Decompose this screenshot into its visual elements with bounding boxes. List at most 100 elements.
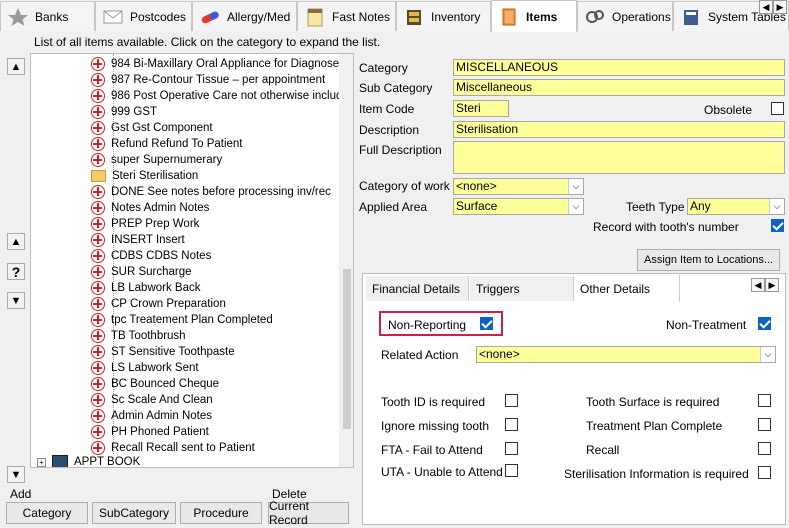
treatment-plan-complete-checkbox[interactable] xyxy=(758,418,771,431)
tree-item-label: 999 GST xyxy=(111,106,158,118)
add-subcategory-button[interactable]: SubCategory xyxy=(92,502,176,524)
tab-items[interactable]: Items xyxy=(491,0,577,32)
subcategory-label: Sub Category xyxy=(359,81,433,95)
inventory-icon xyxy=(407,9,421,25)
non-treatment-checkbox[interactable] xyxy=(758,317,771,330)
tab-postcodes-label: Postcodes xyxy=(130,9,187,24)
move-to-top-button[interactable]: ▲ xyxy=(7,58,25,75)
tree-item[interactable]: Steri Sterilisation xyxy=(91,168,198,184)
category-of-work-label: Category of work xyxy=(359,179,450,193)
tree-node-appt-book[interactable]: + APPT BOOK xyxy=(37,454,140,467)
move-down-button[interactable]: ▼ xyxy=(7,292,25,309)
sterilisation-info-required-checkbox[interactable] xyxy=(758,466,771,479)
tree-item-label: LS Labwork Sent xyxy=(111,362,199,374)
tree-item[interactable]: Sc Scale And Clean xyxy=(91,392,213,408)
chevron-down-icon[interactable]: ⌵ xyxy=(568,179,583,194)
obsolete-label: Obsolete xyxy=(704,103,753,117)
uta-checkbox[interactable] xyxy=(505,464,518,477)
tooth-id-required-label: Tooth ID is required xyxy=(381,395,486,409)
tab-financial-details[interactable]: Financial Details xyxy=(366,276,469,301)
items-tree[interactable]: 984 Bi-Maxillary Oral Appliance for Diag… xyxy=(30,53,354,468)
tree-item[interactable]: tpc Treatement Plan Completed xyxy=(91,312,273,328)
delete-current-record-button[interactable]: Current Record xyxy=(268,499,349,527)
red-cross-icon xyxy=(91,105,105,119)
fta-label: FTA - Fail to Attend xyxy=(381,443,483,457)
tooth-id-required-checkbox[interactable] xyxy=(505,394,518,407)
description-label: Description xyxy=(359,123,420,137)
tree-item[interactable]: 984 Bi-Maxillary Oral Appliance for Diag… xyxy=(91,56,346,72)
tab-operations[interactable]: Operations xyxy=(577,1,673,31)
tab-scroll-left-icon[interactable]: ◀ xyxy=(759,0,773,14)
tree-item[interactable]: LS Labwork Sent xyxy=(91,360,199,376)
chevron-down-icon[interactable]: ⌵ xyxy=(769,199,784,214)
tree-item-label: CDBS CDBS Notes xyxy=(111,250,212,262)
tree-item[interactable]: CP Crown Preparation xyxy=(91,296,226,312)
tree-item[interactable]: Admin Admin Notes xyxy=(91,408,212,424)
applied-area-dropdown[interactable]: Surface ⌵ xyxy=(453,198,584,215)
subtab-scroll-left-icon[interactable]: ◀ xyxy=(751,278,765,292)
ignore-missing-tooth-checkbox[interactable] xyxy=(505,418,518,431)
related-action-dropdown[interactable]: <none> ⌵ xyxy=(476,346,776,363)
main-tab-bar: Banks Postcodes Allergy/Med Fast Notes I… xyxy=(0,0,789,32)
category-field[interactable]: MISCELLANEOUS xyxy=(453,59,785,76)
tab-triggers[interactable]: Triggers xyxy=(470,276,574,301)
tree-scroll-thumb[interactable] xyxy=(343,269,351,429)
fta-checkbox[interactable] xyxy=(505,442,518,455)
tree-item[interactable]: BC Bounced Cheque xyxy=(91,376,219,392)
tree-item[interactable]: INSERT Insert xyxy=(91,232,185,248)
chevron-down-icon[interactable]: ⌵ xyxy=(568,199,583,214)
tab-scroll-buttons: ◀ ▶ xyxy=(759,0,787,14)
calendar-icon xyxy=(52,455,68,467)
tree-item[interactable]: DONE See notes before processing inv/rec xyxy=(91,184,331,200)
subcategory-field[interactable]: Miscellaneous xyxy=(453,79,785,96)
add-category-button[interactable]: Category xyxy=(6,502,88,524)
tree-item[interactable]: CDBS CDBS Notes xyxy=(91,248,211,264)
tree-item[interactable]: Notes Admin Notes xyxy=(91,200,209,216)
assign-item-to-locations-button[interactable]: Assign Item to Locations... xyxy=(637,249,780,271)
tree-item[interactable]: Refund Refund To Patient xyxy=(91,136,243,152)
tree-item[interactable]: TB Toothbrush xyxy=(91,328,186,344)
category-of-work-dropdown[interactable]: <none> ⌵ xyxy=(453,178,584,195)
tree-item[interactable]: super Supernumerary xyxy=(91,152,222,168)
tab-banks[interactable]: Banks xyxy=(0,1,95,31)
tab-other-details[interactable]: Other Details xyxy=(574,275,680,302)
tab-postcodes[interactable]: Postcodes xyxy=(95,1,192,31)
item-code-field[interactable]: Steri xyxy=(453,100,509,117)
tree-vertical-scrollbar[interactable] xyxy=(339,54,353,467)
tree-item[interactable]: LB Labwork Back xyxy=(91,280,201,296)
non-reporting-checkbox[interactable] xyxy=(480,317,493,330)
teeth-type-dropdown[interactable]: Any ⌵ xyxy=(687,198,785,215)
tab-fast-notes[interactable]: Fast Notes xyxy=(297,1,396,31)
tree-item[interactable]: SUR Surcharge xyxy=(91,264,192,280)
tree-item[interactable]: Gst Gst Component xyxy=(91,120,213,136)
tab-allergy-med[interactable]: Allergy/Med xyxy=(192,1,297,31)
red-cross-icon xyxy=(91,153,105,167)
full-description-field[interactable] xyxy=(453,141,785,174)
tab-scroll-right-icon[interactable]: ▶ xyxy=(773,0,787,14)
tooth-surface-required-checkbox[interactable] xyxy=(758,394,771,407)
tree-item-label: 987 Re-Contour Tissue – per appointment xyxy=(111,74,326,86)
tree-item[interactable]: PREP Prep Work xyxy=(91,216,199,232)
tree-item[interactable]: 999 GST xyxy=(91,104,157,120)
subtab-scroll-right-icon[interactable]: ▶ xyxy=(765,278,779,292)
description-field[interactable]: Sterilisation xyxy=(453,121,785,138)
tree-item-label: super Supernumerary xyxy=(111,154,223,166)
help-button[interactable]: ? xyxy=(7,263,25,280)
add-procedure-button[interactable]: Procedure xyxy=(180,502,262,524)
tree-item[interactable]: 986 Post Operative Care not otherwise in… xyxy=(91,88,349,104)
tree-item[interactable]: ST Sensitive Toothpaste xyxy=(91,344,235,360)
red-cross-icon xyxy=(91,313,105,327)
tree-item[interactable]: PH Phoned Patient xyxy=(91,424,209,440)
recall-checkbox[interactable] xyxy=(758,442,771,455)
obsolete-checkbox[interactable] xyxy=(771,102,784,115)
move-up-button[interactable]: ▲ xyxy=(7,233,25,250)
tree-item[interactable]: 987 Re-Contour Tissue – per appointment xyxy=(91,72,325,88)
chevron-down-icon[interactable]: ⌵ xyxy=(760,347,775,362)
tree-item-label: BC Bounced Cheque xyxy=(111,378,220,390)
record-tooth-number-checkbox[interactable] xyxy=(771,219,784,232)
star-icon xyxy=(8,7,28,26)
move-to-bottom-button[interactable]: ▼ xyxy=(7,466,25,483)
gears-icon xyxy=(586,9,604,23)
tab-inventory[interactable]: Inventory xyxy=(396,1,491,31)
expand-icon[interactable]: + xyxy=(37,457,46,467)
